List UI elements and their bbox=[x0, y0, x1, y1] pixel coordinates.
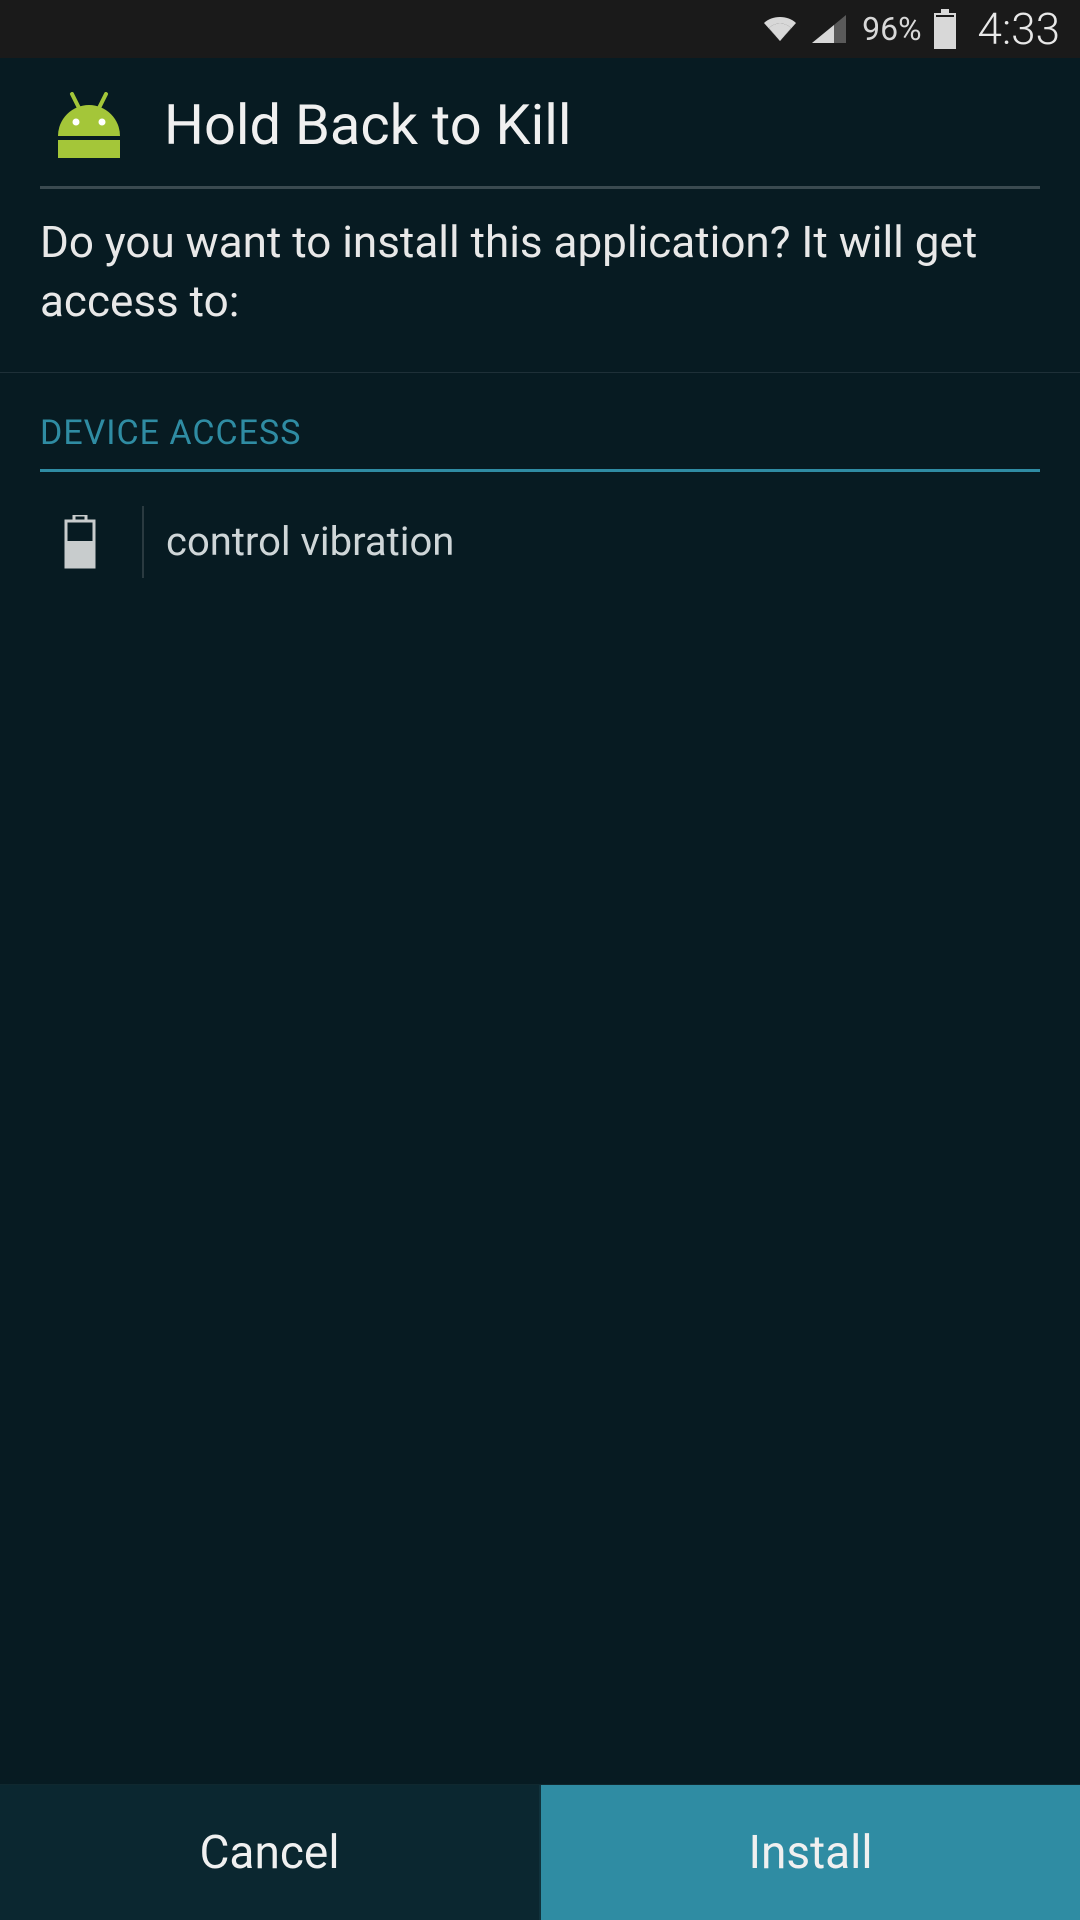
cellular-signal-icon bbox=[810, 13, 848, 45]
permissions-section: DEVICE ACCESS control vibration bbox=[0, 373, 1080, 578]
wifi-icon bbox=[760, 13, 800, 45]
app-title: Hold Back to Kill bbox=[164, 92, 572, 158]
content-spacer bbox=[0, 578, 1080, 1784]
android-app-icon bbox=[50, 92, 128, 158]
install-button[interactable]: Install bbox=[541, 1785, 1080, 1920]
cancel-button[interactable]: Cancel bbox=[0, 1785, 539, 1920]
battery-permission-icon bbox=[40, 515, 120, 569]
status-bar: 96% 4:33 bbox=[0, 0, 1080, 58]
clock: 4:33 bbox=[978, 3, 1060, 55]
permission-row: control vibration bbox=[40, 472, 1040, 578]
section-title: DEVICE ACCESS bbox=[40, 413, 1040, 463]
button-bar: Cancel Install bbox=[0, 1784, 1080, 1920]
permission-label: control vibration bbox=[166, 518, 454, 565]
install-prompt: Do you want to install this application?… bbox=[0, 189, 1080, 372]
app-header: Hold Back to Kill bbox=[0, 58, 1080, 158]
permission-divider bbox=[142, 506, 144, 578]
battery-icon bbox=[932, 9, 958, 49]
battery-percent: 96% bbox=[862, 10, 921, 48]
